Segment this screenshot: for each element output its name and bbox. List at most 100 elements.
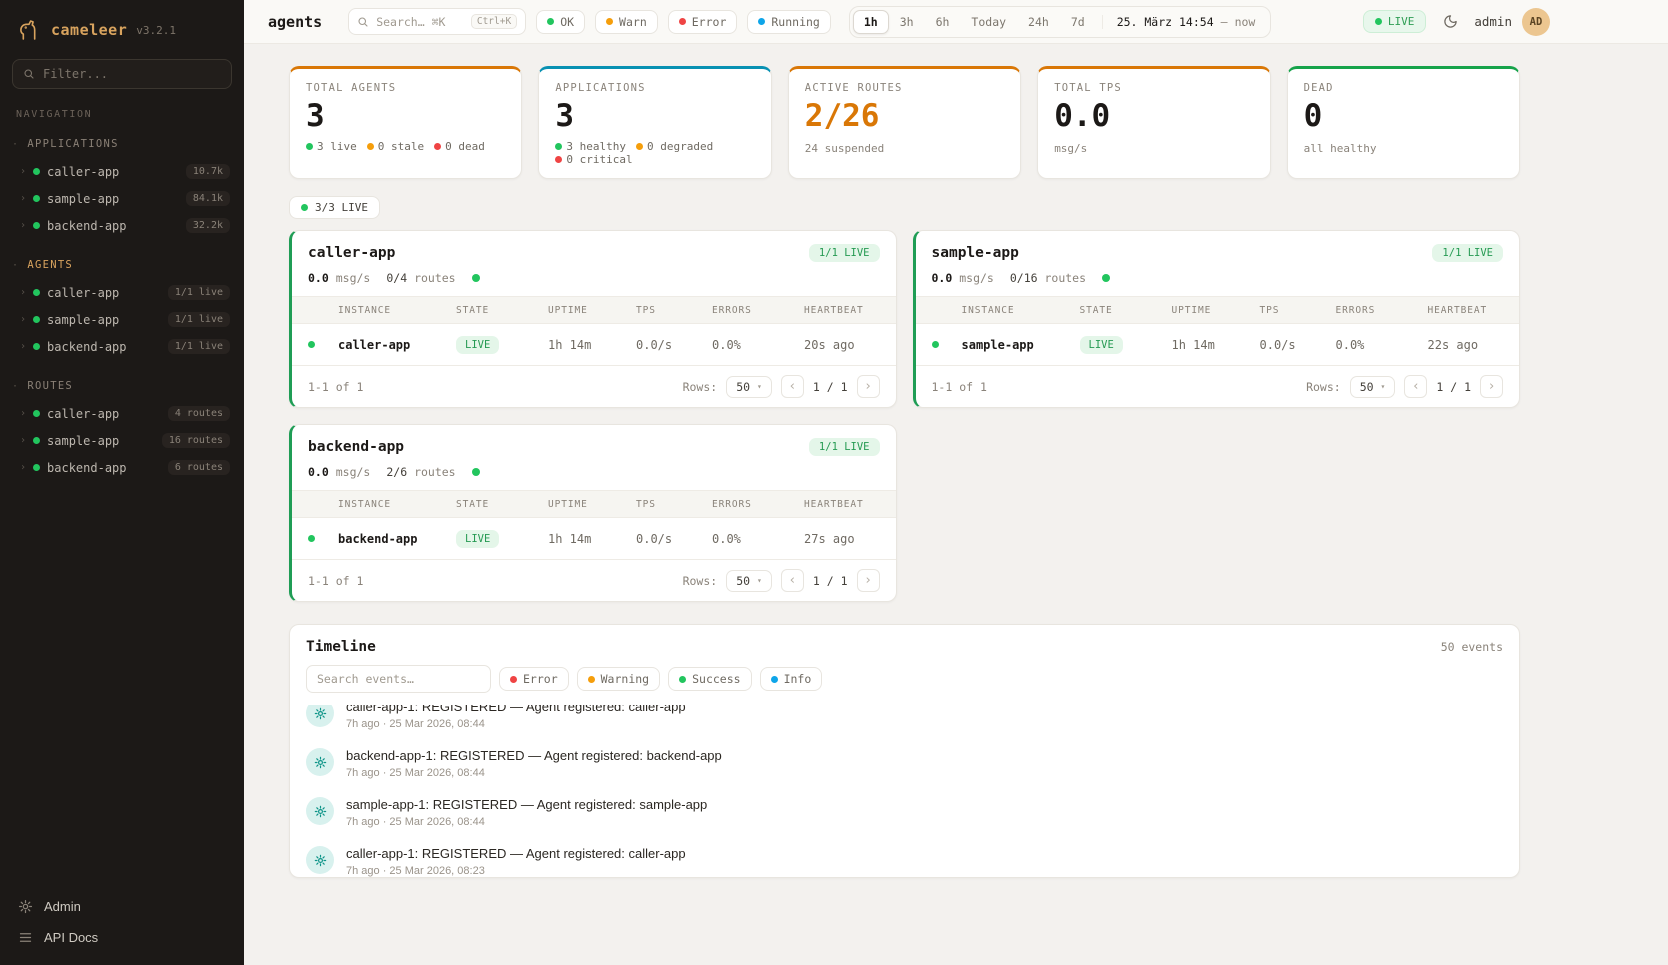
next-page-button[interactable]: › [857, 375, 880, 398]
range-button-24h[interactable]: 24h [1017, 10, 1060, 34]
item-count-badge: 16 routes [162, 433, 230, 448]
chevron-right-icon: › [20, 287, 26, 298]
timeline-filter-success[interactable]: Success [668, 667, 751, 691]
prev-page-button[interactable]: ‹ [781, 569, 804, 592]
item-count-badge: 1/1 live [168, 339, 230, 354]
app-logo[interactable]: cameleer v3.2.1 [0, 0, 244, 57]
search-input[interactable] [376, 15, 464, 29]
section-header-applications[interactable]: · APPLICATIONS [0, 134, 244, 158]
range-button-6h[interactable]: 6h [925, 10, 961, 34]
table-row[interactable]: backend-app LIVE 1h 14m 0.0/s 0.0% 27s a… [292, 518, 896, 559]
sidebar-item-applications-caller-app[interactable]: › caller-app 10.7k [0, 158, 244, 185]
item-count-badge: 32.2k [186, 218, 230, 233]
sidebar-item-agents-caller-app[interactable]: › caller-app 1/1 live [0, 279, 244, 306]
prev-page-button[interactable]: ‹ [781, 375, 804, 398]
sidebar-item-routes-backend-app[interactable]: › backend-app 6 routes [0, 454, 244, 481]
sidebar: cameleer v3.2.1 NAVIGATION · APPLICATION… [0, 0, 244, 965]
chevron-right-icon: › [20, 220, 26, 231]
range-button-today[interactable]: Today [960, 10, 1017, 34]
pulse-dot-icon [472, 468, 480, 476]
table-header: INSTANCESTATEUPTIME TPSERRORSHEARTBEAT [292, 490, 896, 518]
info-dot-icon [771, 676, 778, 683]
main-area: agents Ctrl+K OK Warn Error Running [244, 0, 1668, 965]
range-button-3h[interactable]: 3h [889, 10, 925, 34]
status-dot-green [33, 222, 40, 229]
rows-per-page-select[interactable]: 50▾ [726, 570, 772, 592]
sidebar-item-routes-sample-app[interactable]: › sample-app 16 routes [0, 427, 244, 454]
table-footer: 1-1 of 1 Rows: 50▾ ‹ 1 / 1 › [916, 365, 1520, 407]
next-page-button[interactable]: › [1480, 375, 1503, 398]
ok-dot-icon [547, 18, 554, 25]
app-card-sample-app: sample-app 1/1 LIVE 0.0 msg/s 0/16 route… [913, 230, 1521, 408]
sidebar-item-admin[interactable]: Admin [18, 899, 226, 914]
collapse-dot-icon: · [12, 381, 19, 392]
event-text: caller-app-1: REGISTERED — Agent registe… [346, 846, 686, 861]
rows-per-page-select[interactable]: 50▾ [1350, 376, 1396, 398]
dark-mode-toggle[interactable] [1436, 8, 1464, 36]
chevron-right-icon: › [20, 193, 26, 204]
docs-list-icon [18, 930, 33, 945]
sidebar-item-agents-sample-app[interactable]: › sample-app 1/1 live [0, 306, 244, 333]
table-row[interactable]: caller-app LIVE 1h 14m 0.0/s 0.0% 20s ag… [292, 324, 896, 365]
sidebar-item-applications-backend-app[interactable]: › backend-app 32.2k [0, 212, 244, 239]
timeline-event-list[interactable]: caller-app-1: REGISTERED — Agent registe… [290, 705, 1519, 878]
range-button-7d[interactable]: 7d [1060, 10, 1096, 34]
table-header: INSTANCESTATEUPTIME TPSERRORSHEARTBEAT [292, 296, 896, 324]
timeline-filter-info[interactable]: Info [760, 667, 823, 691]
section-header-agents[interactable]: · AGENTS [0, 255, 244, 279]
app-version: v3.2.1 [136, 24, 176, 37]
status-dot-green [33, 168, 40, 175]
chevron-right-icon: › [20, 314, 26, 325]
event-gear-icon [306, 748, 334, 776]
stat-card-total-tps: TOTAL TPS 0.0 msg/s [1037, 66, 1270, 179]
status-dot-green [932, 341, 939, 348]
filter-chip-running[interactable]: Running [747, 10, 830, 34]
timeline-event-count: 50 events [1441, 640, 1503, 654]
app-root: cameleer v3.2.1 NAVIGATION · APPLICATION… [0, 0, 1668, 965]
item-count-badge: 1/1 live [168, 285, 230, 300]
timeline-filter-warning[interactable]: Warning [577, 667, 660, 691]
app-card-title: backend-app [308, 439, 404, 455]
app-live-badge: 1/1 LIVE [809, 438, 880, 456]
global-search: Ctrl+K [348, 8, 526, 35]
range-start: 25. März 14:54 [1117, 15, 1214, 29]
status-dot-green [33, 437, 40, 444]
table-header: INSTANCESTATEUPTIME TPSERRORSHEARTBEAT [916, 296, 1520, 324]
nav-section-applications: · APPLICATIONS › caller-app 10.7k › samp… [0, 134, 244, 239]
shortcut-kbd: Ctrl+K [471, 14, 517, 29]
stat-card-active-routes: ACTIVE ROUTES 2/26 24 suspended [788, 66, 1021, 179]
event-time: 7h ago · 25 Mar 2026, 08:44 [346, 816, 707, 828]
stat-card-total-agents: TOTAL AGENTS 3 3 live 0 stale 0 dead [289, 66, 522, 179]
pulse-dot-icon [1102, 274, 1110, 282]
sidebar-item-agents-backend-app[interactable]: › backend-app 1/1 live [0, 333, 244, 360]
healthy-dot-icon [555, 143, 562, 150]
filter-chip-ok[interactable]: OK [536, 10, 585, 34]
sidebar-item-api-docs[interactable]: API Docs [18, 930, 226, 945]
stat-value: 3 [555, 99, 754, 133]
rows-per-page-select[interactable]: 50▾ [726, 376, 772, 398]
live-dot-icon [301, 204, 308, 211]
date-range-display[interactable]: 25. März 14:54 — now [1102, 15, 1268, 29]
sidebar-filter-input[interactable] [43, 67, 221, 81]
app-card-backend-app: backend-app 1/1 LIVE 0.0 msg/s 2/6 route… [289, 424, 897, 602]
avatar[interactable]: AD [1522, 8, 1550, 36]
section-header-routes[interactable]: · ROUTES [0, 376, 244, 400]
filter-chip-warn[interactable]: Warn [595, 10, 658, 34]
table-row[interactable]: sample-app LIVE 1h 14m 0.0/s 0.0% 22s ag… [916, 324, 1520, 365]
timeline-search-input[interactable] [306, 665, 491, 693]
sidebar-item-applications-sample-app[interactable]: › sample-app 84.1k [0, 185, 244, 212]
timeline-event: sample-app-1: REGISTERED — Agent registe… [306, 788, 1503, 837]
app-stats-row: 0.0 msg/s 2/6 routes [292, 465, 896, 490]
pulse-dot-icon [472, 274, 480, 282]
timeline-filter-error[interactable]: Error [499, 667, 569, 691]
event-time: 7h ago · 25 Mar 2026, 08:44 [346, 767, 722, 779]
collapse-dot-icon: · [12, 260, 19, 271]
table-footer: 1-1 of 1 Rows: 50▾ ‹ 1 / 1 › [292, 559, 896, 601]
sidebar-item-routes-caller-app[interactable]: › caller-app 4 routes [0, 400, 244, 427]
prev-page-button[interactable]: ‹ [1404, 375, 1427, 398]
filter-chip-error[interactable]: Error [668, 10, 738, 34]
range-button-1h[interactable]: 1h [853, 10, 889, 34]
app-card-title: caller-app [308, 245, 395, 261]
event-gear-icon [306, 797, 334, 825]
next-page-button[interactable]: › [857, 569, 880, 592]
